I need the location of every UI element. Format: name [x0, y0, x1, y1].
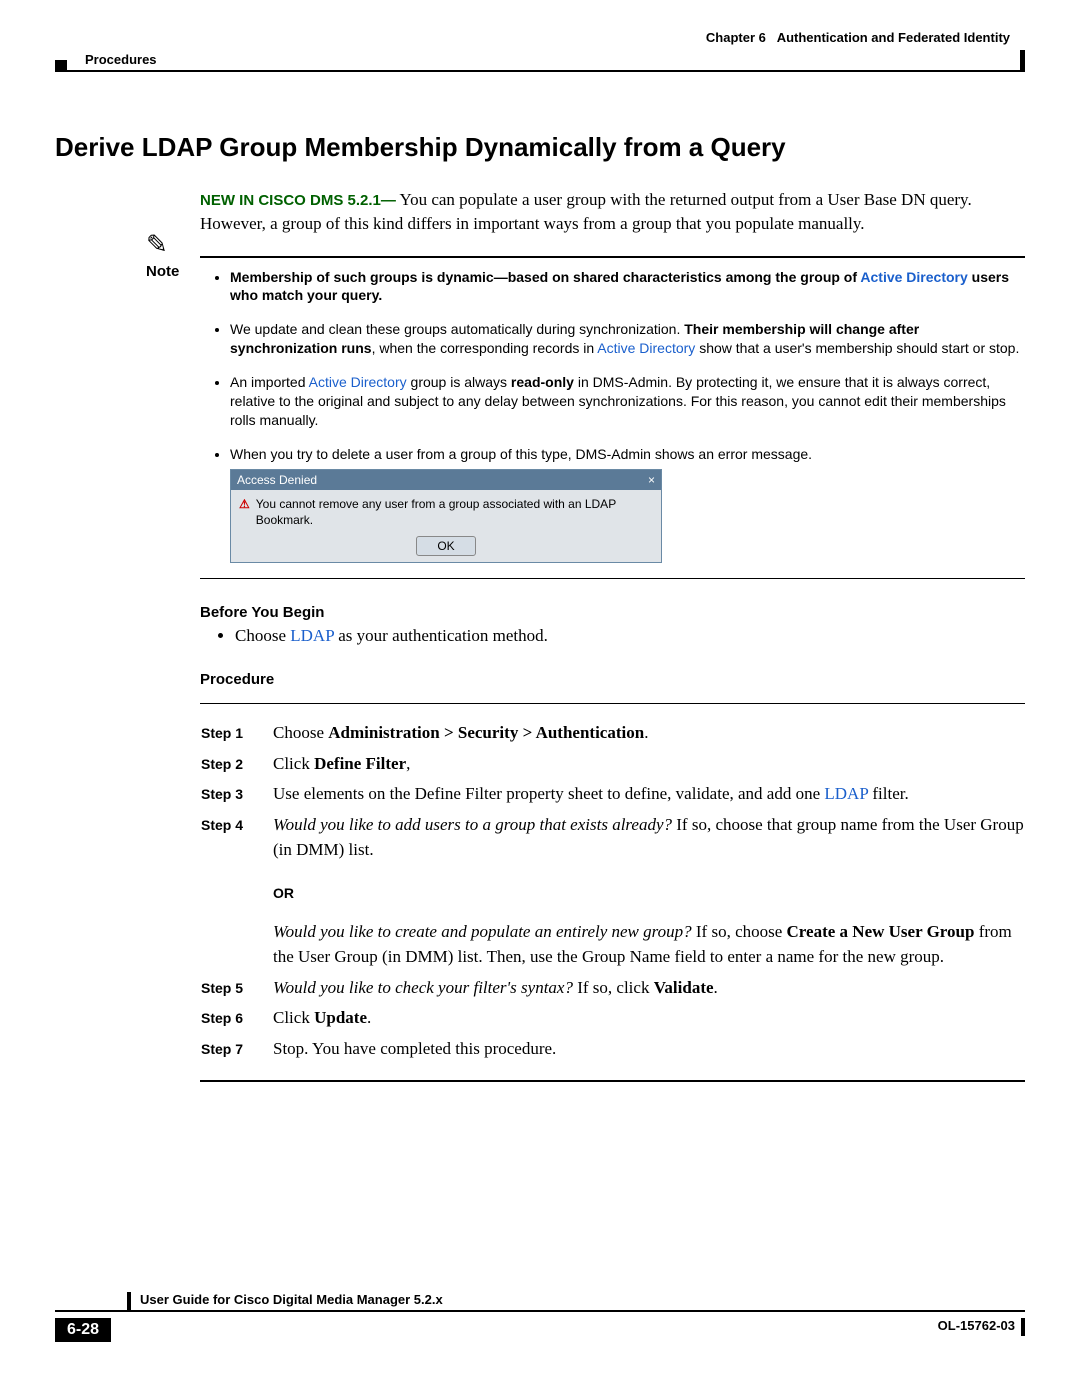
footer-left-bar: [127, 1292, 131, 1310]
byb-item: Choose LDAP as your authentication metho…: [235, 626, 1025, 646]
access-denied-dialog: Access Denied × ⚠ You cannot remove any …: [230, 469, 662, 564]
footer-right-bar: [1021, 1318, 1025, 1336]
intro-paragraph: NEW IN CISCO DMS 5.2.1— You can populate…: [200, 188, 1025, 236]
page-number: 6-28: [55, 1318, 111, 1342]
doc-id: OL-15762-03: [938, 1318, 1015, 1333]
header-procedures: Procedures: [85, 52, 157, 67]
pencil-icon: ✎: [146, 230, 168, 260]
note-item-2: We update and clean these groups automat…: [230, 320, 1025, 358]
procedure-top-rule: [200, 703, 1025, 704]
step-row: Step 5Would you like to check your filte…: [200, 974, 1025, 1005]
steps-table: Step 1Choose Administration > Security >…: [200, 719, 1025, 1065]
step-label: Step 3: [200, 780, 272, 811]
note-bottom-rule: [200, 578, 1025, 579]
page-footer: User Guide for Cisco Digital Media Manag…: [55, 1310, 1025, 1367]
header-right-mark: [1020, 50, 1025, 70]
warning-icon: ⚠: [239, 496, 250, 512]
step-text: Click Update.: [272, 1004, 1025, 1035]
before-you-begin-list: Choose LDAP as your authentication metho…: [235, 626, 1025, 646]
note-block: ✎ Note Membership of such groups is dyna…: [200, 256, 1025, 580]
dialog-message: You cannot remove any user from a group …: [256, 496, 653, 528]
note-label: Note: [146, 263, 179, 280]
step-row: Step 4Would you like to add users to a g…: [200, 811, 1025, 867]
note-item-4: When you try to delete a user from a gro…: [230, 445, 1025, 564]
step-label: Step 1: [200, 719, 272, 750]
footer-guide-title: User Guide for Cisco Digital Media Manag…: [140, 1292, 443, 1307]
step-text: Choose Administration > Security > Authe…: [272, 719, 1025, 750]
step-text: Click Define Filter,: [272, 750, 1025, 781]
step-row: Step 2Click Define Filter,: [200, 750, 1025, 781]
step-label: Step 2: [200, 750, 272, 781]
step-row: Step 3Use elements on the Define Filter …: [200, 780, 1025, 811]
step-label: Step 5: [200, 974, 272, 1005]
step-text: Use elements on the Define Filter proper…: [272, 780, 1025, 811]
new-in-tag: NEW IN CISCO DMS 5.2.1—: [200, 192, 396, 209]
step4-extra: Would you like to create and populate an…: [273, 919, 1024, 970]
procedure-bottom-rule: [200, 1080, 1025, 1082]
page-header: Procedures Chapter 6 Authentication and …: [55, 30, 1025, 72]
step-label: Step 4: [200, 811, 272, 867]
step-label: Step 7: [200, 1035, 272, 1066]
dialog-title: Access Denied: [237, 472, 317, 488]
step-label: Step 6: [200, 1004, 272, 1035]
ok-button[interactable]: OK: [416, 536, 475, 556]
dialog-titlebar: Access Denied ×: [231, 470, 661, 490]
close-icon[interactable]: ×: [648, 472, 655, 488]
header-chapter: Chapter 6 Authentication and Federated I…: [706, 30, 1010, 45]
step-row: Step 1Choose Administration > Security >…: [200, 719, 1025, 750]
section-title: Derive LDAP Group Membership Dynamically…: [55, 132, 1025, 163]
note-list: Membership of such groups is dynamic—bas…: [200, 268, 1025, 564]
note-item-3: An imported Active Directory group is al…: [230, 373, 1025, 430]
before-you-begin-heading: Before You Begin: [200, 604, 1025, 621]
procedure-heading: Procedure: [200, 671, 1025, 688]
note-item-1: Membership of such groups is dynamic—bas…: [230, 268, 1025, 306]
step-row: Step 7Stop. You have completed this proc…: [200, 1035, 1025, 1066]
step-text: Would you like to add users to a group t…: [272, 811, 1025, 867]
header-left-square: [55, 60, 67, 72]
step-row: Step 6Click Update.: [200, 1004, 1025, 1035]
or-label: OR: [273, 883, 1024, 904]
step-text: Stop. You have completed this procedure.: [272, 1035, 1025, 1066]
step-text: Would you like to check your filter's sy…: [272, 974, 1025, 1005]
